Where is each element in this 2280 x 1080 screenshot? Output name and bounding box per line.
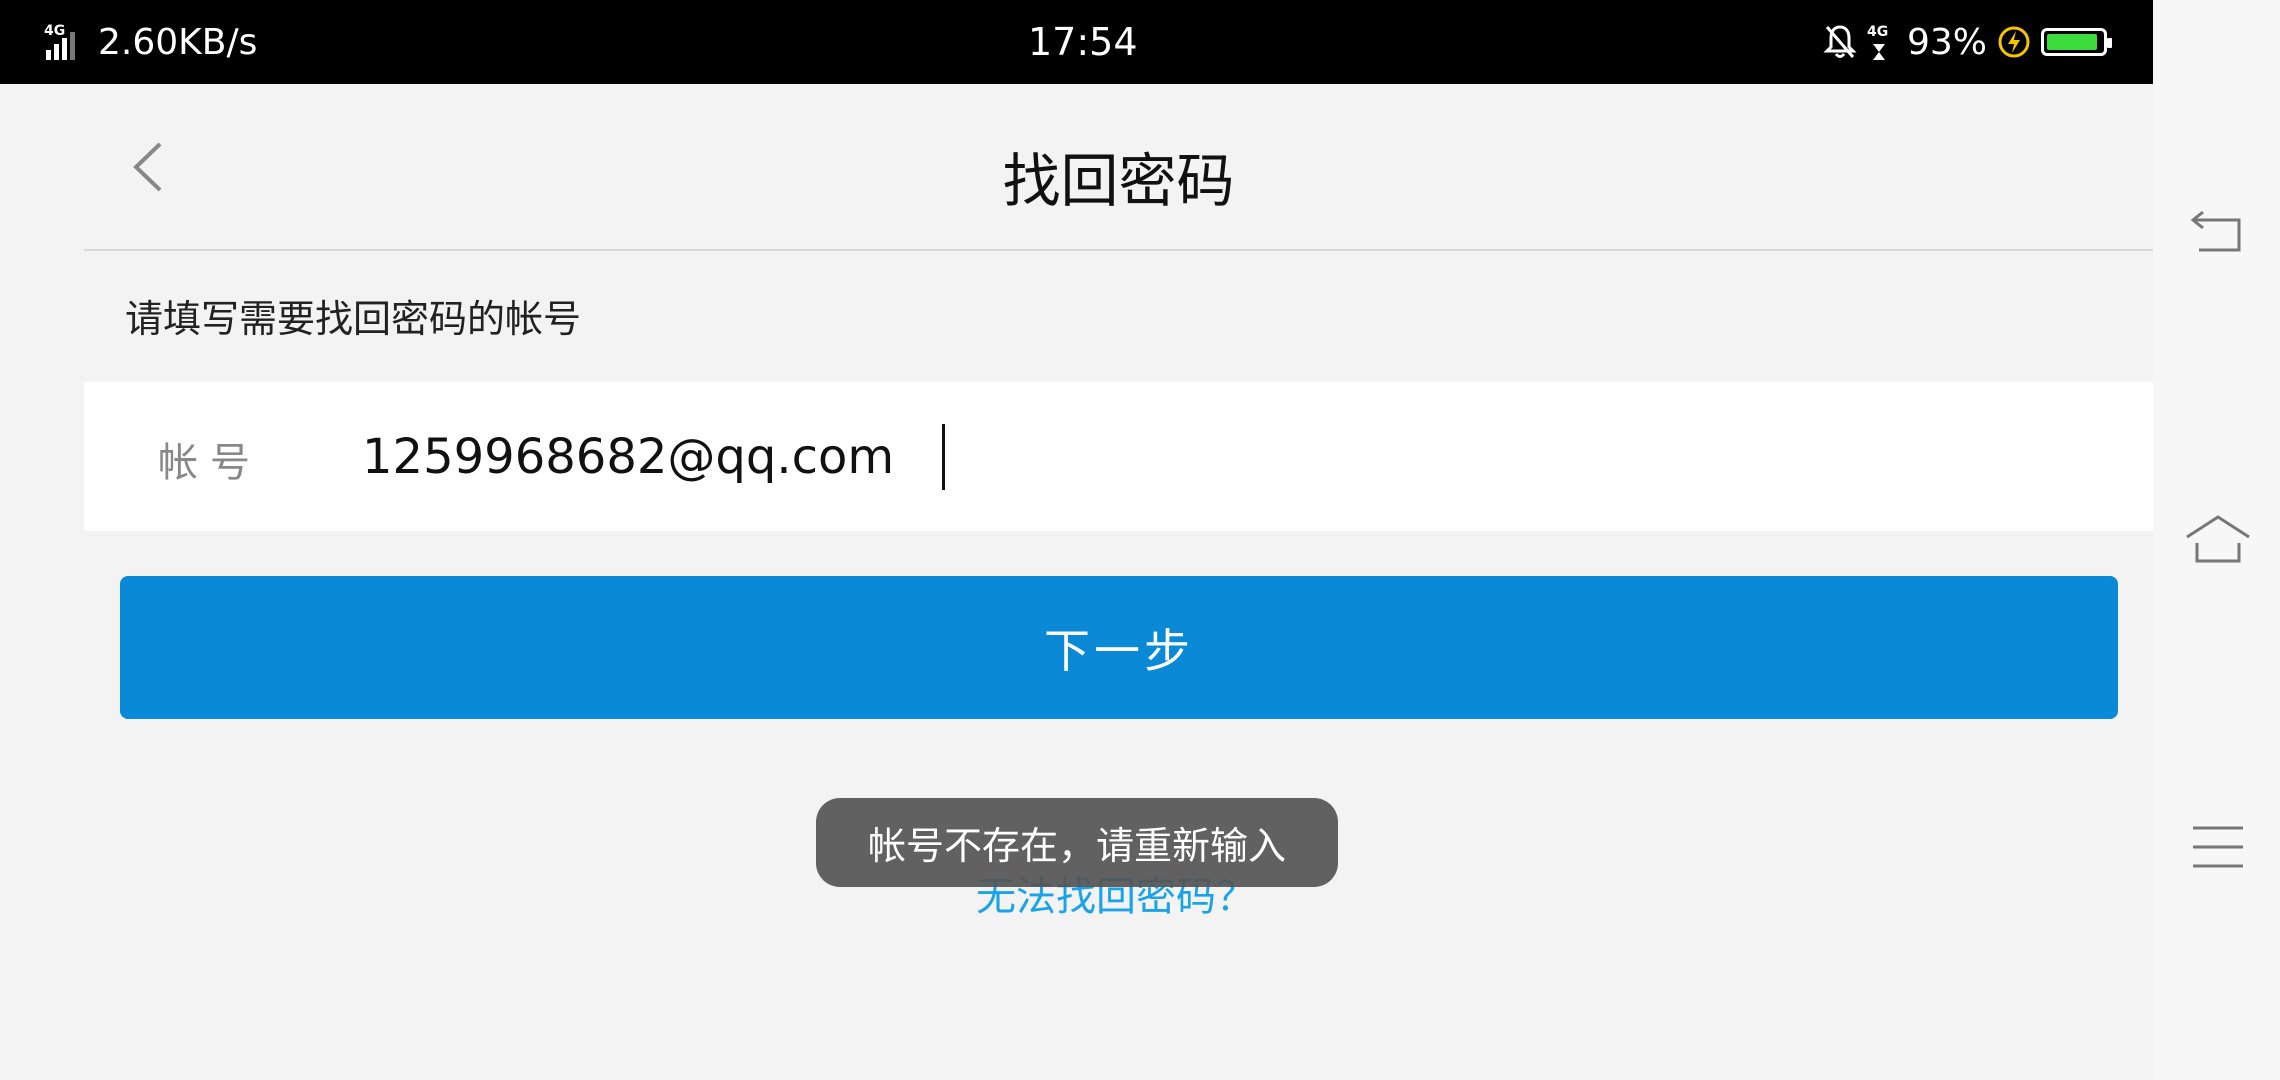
status-left: 4G 2.60KB/s [44, 0, 257, 84]
header: 找回密码 [84, 84, 2153, 251]
charging-icon [1998, 26, 2030, 58]
status-right: 4G 93% [1823, 0, 2112, 84]
network-speed: 2.60KB/s [98, 21, 258, 63]
menu-icon[interactable] [2183, 812, 2253, 882]
battery-icon [2041, 28, 2112, 56]
status-bar: 4G 2.60KB/s 17:54 4G 93% [0, 0, 2153, 84]
text-caret [942, 424, 945, 490]
account-row: 帐号 [84, 382, 2153, 531]
network-type-label: 4G [44, 23, 65, 39]
signal-icon: 4G [44, 23, 75, 60]
toast-message: 帐号不存在，请重新输入 [816, 798, 1338, 887]
back-arrow-icon[interactable] [2183, 198, 2253, 268]
data-activity-icon: 4G [1867, 24, 1888, 60]
battery-fill [2047, 34, 2098, 50]
page-title: 找回密码 [1002, 147, 1235, 215]
clock: 17:54 [1028, 20, 1138, 64]
instruction-text: 请填写需要找回密码的帐号 [125, 297, 582, 341]
next-button[interactable]: 下一步 [120, 576, 2118, 719]
bell-muted-icon [1823, 25, 1857, 58]
navigation-bar [2153, 0, 2280, 1080]
right-network-type-label: 4G [1867, 24, 1888, 40]
home-icon[interactable] [2183, 505, 2253, 575]
account-label: 帐号 [158, 440, 262, 486]
battery-percent: 93% [1906, 21, 1987, 63]
account-input[interactable] [362, 412, 2062, 502]
